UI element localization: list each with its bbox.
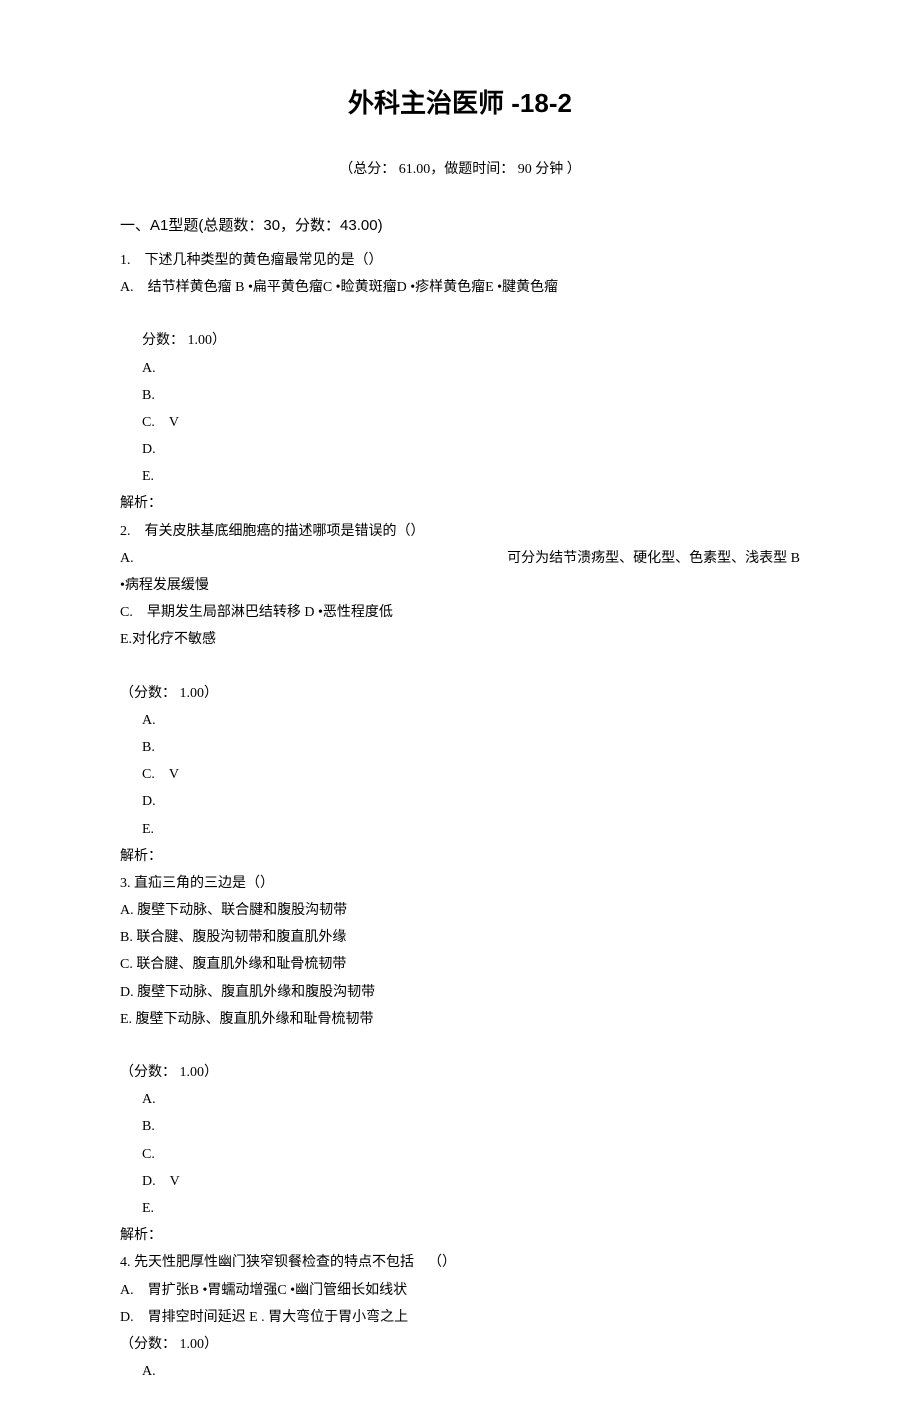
q1-A: A. [120, 356, 800, 381]
q3-E: E. [120, 1196, 800, 1221]
section-stats: (总题数：30，分数：43.00) [198, 217, 382, 234]
q1-D: D. [120, 437, 800, 462]
q1-num: 1. [120, 253, 131, 268]
q3-optE: E. 腹壁下动脉、腹直肌外缘和耻骨梳韧带 [120, 1007, 800, 1032]
q1-B: B. [120, 383, 800, 408]
page-subtitle: （总分： 61.00，做题时间： 90 分钟 ） [120, 157, 800, 182]
q2-E: E. [120, 817, 800, 842]
q1-text: 下述几种类型的黄色瘤最常见的是（） [145, 253, 383, 268]
q3-optB: B. 联合腱、腹股沟韧带和腹直肌外缘 [120, 925, 800, 950]
q2-analysis: 解析： [120, 844, 800, 869]
q3-optA: A. 腹壁下动脉、联合腱和腹股沟韧带 [120, 898, 800, 923]
q4-num: 4. [120, 1255, 131, 1270]
q2-text: 有关皮肤基底细胞癌的描述哪项是错误的（） [145, 524, 425, 539]
q3-text: 直疝三角的三边是（） [134, 876, 274, 891]
q4-lineD: D. 胃排空时间延迟 E . 胃大弯位于胃小弯之上 [120, 1305, 800, 1330]
q2-lineC: C. 早期发生局部淋巴结转移 D •恶性程度低 [120, 600, 800, 625]
section-prefix: 一、 [120, 218, 150, 234]
q4-text: 先天性肥厚性幽门狭窄钡餐检查的特点不包括 （） [134, 1255, 456, 1270]
q3-C: C. [120, 1142, 800, 1167]
q1-stem: 1. 下述几种类型的黄色瘤最常见的是（） [120, 248, 800, 273]
q1-score: 分数： 1.00） [120, 328, 800, 353]
q3-optD: D. 腹壁下动脉、腹直肌外缘和腹股沟韧带 [120, 980, 800, 1005]
q2-stem: 2. 有关皮肤基底细胞癌的描述哪项是错误的（） [120, 519, 800, 544]
q3-D: D. V [120, 1169, 800, 1194]
q3-optC: C. 联合腱、腹直肌外缘和耻骨梳韧带 [120, 952, 800, 977]
q1-E: E. [120, 464, 800, 489]
q2-lineA: A. 可分为结节溃疡型、硬化型、色素型、浅表型 B [120, 546, 800, 571]
q4-score: （分数： 1.00） [120, 1332, 800, 1357]
q1-options: A. 结节样黄色瘤 B •扁平黄色瘤C •睑黄斑瘤D •疹样黄色瘤E •腱黄色瘤 [120, 275, 800, 300]
q2-C: C. V [120, 762, 800, 787]
q4-stem: 4. 先天性肥厚性幽门狭窄钡餐检查的特点不包括 （） [120, 1250, 800, 1275]
q2-lineE: E.对化疗不敏感 [120, 627, 800, 652]
q2-num: 2. [120, 524, 131, 539]
q2-A-label: A. [120, 546, 134, 571]
section-type: A1型题 [150, 217, 198, 234]
q3-score: （分数： 1.00） [120, 1060, 800, 1085]
q3-num: 3. [120, 876, 131, 891]
q2-A: A. [120, 708, 800, 733]
q3-A: A. [120, 1087, 800, 1112]
q3-stem: 3. 直疝三角的三边是（） [120, 871, 800, 896]
section-header: 一、A1型题(总题数：30，分数：43.00) [120, 212, 800, 240]
q1-analysis: 解析： [120, 491, 800, 516]
q4-lineA: A. 胃扩张B •胃蠕动增强C •幽门管细长如线状 [120, 1278, 800, 1303]
page-title: 外科主治医师 -18-2 [120, 80, 800, 127]
q4-A: A. [120, 1359, 800, 1384]
q3-analysis: 解析： [120, 1223, 800, 1248]
q2-B: B. [120, 735, 800, 760]
q3-B: B. [120, 1114, 800, 1139]
q2-D: D. [120, 789, 800, 814]
q2-lineB: •病程发展缓慢 [120, 573, 800, 598]
q2-A-right: 可分为结节溃疡型、硬化型、色素型、浅表型 B [507, 546, 800, 571]
q1-C: C. V [120, 410, 800, 435]
q2-score: （分数： 1.00） [120, 681, 800, 706]
